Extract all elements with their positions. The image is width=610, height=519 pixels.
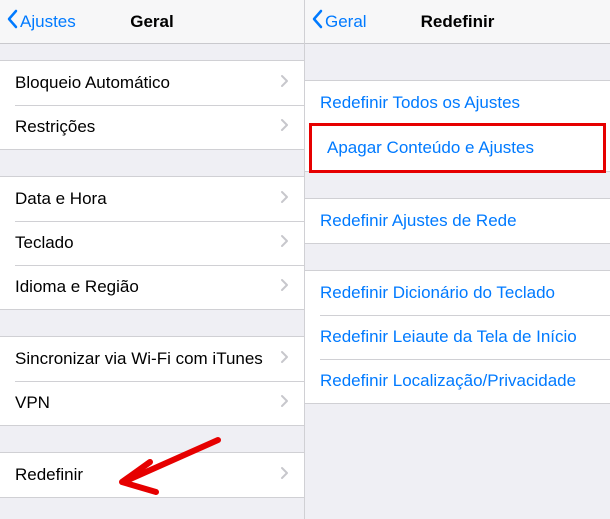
row-vpn[interactable]: VPN — [0, 381, 304, 425]
group-reset-misc: Redefinir Dicionário do Teclado Redefini… — [305, 270, 610, 404]
chevron-right-icon — [280, 465, 289, 485]
row-label: Idioma e Região — [15, 277, 139, 297]
group-reset: Redefinir — [0, 452, 304, 498]
row-itunes-wifi[interactable]: Sincronizar via Wi-Fi com iTunes — [0, 337, 304, 381]
group-reset-network: Redefinir Ajustes de Rede — [305, 198, 610, 244]
row-teclado[interactable]: Teclado — [0, 221, 304, 265]
navbar-redefinir: Geral Redefinir — [305, 0, 610, 44]
row-label: Redefinir Dicionário do Teclado — [320, 283, 555, 303]
row-label: Redefinir Leiaute da Tela de Início — [320, 327, 577, 347]
row-bloqueio-automatico[interactable]: Bloqueio Automático — [0, 61, 304, 105]
chevron-right-icon — [280, 117, 289, 137]
row-label: Apagar Conteúdo e Ajustes — [327, 138, 534, 158]
annotation-highlight-box: Apagar Conteúdo e Ajustes — [309, 123, 606, 173]
row-reset-keyboard-dict[interactable]: Redefinir Dicionário do Teclado — [305, 271, 610, 315]
row-label: Redefinir Todos os Ajustes — [320, 93, 520, 113]
screen-redefinir: Geral Redefinir Redefinir Todos os Ajust… — [305, 0, 610, 519]
back-button-geral[interactable]: Geral — [305, 9, 367, 34]
row-label: Teclado — [15, 233, 74, 253]
navbar-geral: Ajustes Geral — [0, 0, 304, 44]
group-lock: Bloqueio Automático Restrições — [0, 60, 304, 150]
screen-geral: Ajustes Geral Bloqueio Automático Restri… — [0, 0, 305, 519]
chevron-right-icon — [280, 233, 289, 253]
row-redefinir[interactable]: Redefinir — [0, 453, 304, 497]
back-label: Geral — [325, 12, 367, 32]
chevron-right-icon — [280, 349, 289, 369]
group-locale: Data e Hora Teclado Idioma e Região — [0, 176, 304, 310]
chevron-right-icon — [280, 393, 289, 413]
row-label: VPN — [15, 393, 50, 413]
row-reset-all-settings[interactable]: Redefinir Todos os Ajustes — [305, 81, 610, 125]
row-label: Redefinir Ajustes de Rede — [320, 211, 517, 231]
back-label: Ajustes — [20, 12, 76, 32]
row-erase-content[interactable]: Apagar Conteúdo e Ajustes — [312, 126, 603, 170]
chevron-right-icon — [280, 189, 289, 209]
row-reset-network[interactable]: Redefinir Ajustes de Rede — [305, 199, 610, 243]
row-reset-location-privacy[interactable]: Redefinir Localização/Privacidade — [305, 359, 610, 403]
row-label: Redefinir — [15, 465, 83, 485]
content-geral: Bloqueio Automático Restrições Data e Ho… — [0, 44, 304, 519]
chevron-right-icon — [280, 73, 289, 93]
chevron-left-icon — [311, 9, 323, 34]
back-button-ajustes[interactable]: Ajustes — [0, 9, 76, 34]
group-reset-all: Redefinir Todos os Ajustes Apagar Conteú… — [305, 80, 610, 172]
chevron-right-icon — [280, 277, 289, 297]
content-redefinir: Redefinir Todos os Ajustes Apagar Conteú… — [305, 44, 610, 519]
row-restricoes[interactable]: Restrições — [0, 105, 304, 149]
row-label: Redefinir Localização/Privacidade — [320, 371, 576, 391]
row-label: Bloqueio Automático — [15, 73, 170, 93]
row-idioma-regiao[interactable]: Idioma e Região — [0, 265, 304, 309]
row-label: Restrições — [15, 117, 95, 137]
group-sync: Sincronizar via Wi-Fi com iTunes VPN — [0, 336, 304, 426]
row-data-hora[interactable]: Data e Hora — [0, 177, 304, 221]
row-label: Data e Hora — [15, 189, 107, 209]
chevron-left-icon — [6, 9, 18, 34]
row-label: Sincronizar via Wi-Fi com iTunes — [15, 349, 263, 369]
row-reset-home-layout[interactable]: Redefinir Leiaute da Tela de Início — [305, 315, 610, 359]
